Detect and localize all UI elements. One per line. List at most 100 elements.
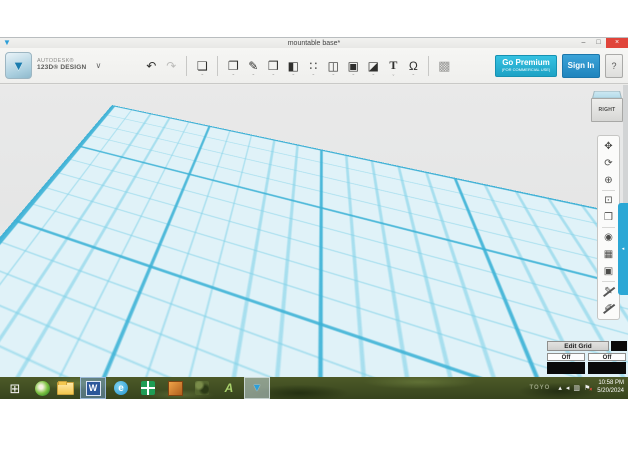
brand-text: AUTODESK® 123D® DESIGN <box>37 59 86 72</box>
go-premium-sublabel: (FOR COMMERCIAL USE) <box>496 68 556 72</box>
help-button[interactable]: ? <box>605 54 623 78</box>
minimize-button[interactable]: – <box>576 38 591 48</box>
toolbar-separator <box>186 56 187 76</box>
toolbar-separator <box>428 56 429 76</box>
transform-menu-button[interactable]: ❏ ˇ <box>192 54 212 78</box>
materials-button[interactable]: ▦ <box>600 246 617 263</box>
model-post-right[interactable] <box>343 180 385 288</box>
zoom-fit-icon: ⊡ <box>604 195 612 206</box>
dropdown-caret-icon: ˇ <box>252 75 254 81</box>
hide-construction-icon: ✐ <box>604 303 612 314</box>
view-cube-front-face[interactable]: RIGHT <box>591 98 623 122</box>
panel-flyout-tab[interactable]: ◂ <box>618 203 628 295</box>
taskbar-app-green-tiles[interactable] <box>136 378 160 398</box>
taskbar-app-file-explorer[interactable] <box>53 378 77 398</box>
snap-left-dropdown[interactable]: Off <box>547 353 585 361</box>
volume-icon[interactable]: ◂ <box>566 384 570 392</box>
pattern-menu-button[interactable]: ∷ ˇ <box>303 54 323 78</box>
visibility-button[interactable]: ◉ <box>600 229 617 246</box>
autocad-icon: A <box>225 383 234 394</box>
snap-left-value-field[interactable] <box>547 362 585 374</box>
app-window: ▼ mountable base* – □ × ▼ AUTODESK® 123D… <box>0 38 628 377</box>
taskbar-app-3d-box[interactable] <box>163 378 187 398</box>
taskbar-app-camo-game[interactable] <box>190 378 214 398</box>
pan-icon: ✥ <box>604 141 612 152</box>
taskbar-app-word[interactable]: W <box>80 377 106 399</box>
edge-icon: e <box>114 381 128 395</box>
window-controls: – □ × <box>576 38 628 48</box>
model-hole-upper[interactable] <box>290 220 336 242</box>
grid-settings-panel: Edit Grid Off Off <box>547 341 628 374</box>
autodesk-123d-logo[interactable]: ▼ <box>5 52 32 79</box>
zoom-icon: ⊕ <box>604 175 612 186</box>
pattern-icon: ∷ <box>310 59 318 73</box>
snap-right-value-field[interactable] <box>588 362 626 374</box>
start-button[interactable]: ⊞ <box>3 378 27 398</box>
orange-cube-icon <box>168 381 183 396</box>
grid-panel-swatch[interactable] <box>611 341 627 351</box>
dropdown-caret-icon: ˇ <box>372 75 374 81</box>
hide-construction-button[interactable]: ✐ <box>600 300 617 317</box>
redo-button[interactable]: ↷ <box>161 54 181 78</box>
dropdown-caret-icon: ˇ <box>232 75 234 81</box>
model-hole-lower[interactable] <box>286 293 340 321</box>
help-label: ? <box>611 61 616 71</box>
zoom-button[interactable]: ⊕ <box>600 172 617 189</box>
ground-grid <box>0 85 441 105</box>
sign-in-button[interactable]: Sign In <box>562 54 600 78</box>
sign-in-label: Sign In <box>568 61 595 70</box>
pan-button[interactable]: ✥ <box>600 138 617 155</box>
camo-app-icon <box>195 381 209 395</box>
view-cube-label: RIGHT <box>598 107 615 113</box>
material-menu-button[interactable]: ◪ ˇ <box>363 54 383 78</box>
view-cube[interactable]: RIGHT <box>590 88 623 125</box>
app-menu-dropdown-icon[interactable]: ∨ <box>95 61 101 70</box>
toolbar-separator <box>217 56 218 76</box>
text-menu-button[interactable]: T ˇ <box>383 54 403 78</box>
parts-library-button[interactable]: ▩ <box>434 54 454 78</box>
material-icon: ◪ <box>368 59 379 73</box>
taskbar-clock[interactable]: 10:58 PM 5/20/2024 <box>597 380 624 396</box>
modify-icon: ◧ <box>288 59 299 73</box>
modify-menu-button[interactable]: ◧ ˇ <box>283 54 303 78</box>
close-button[interactable]: × <box>606 38 628 48</box>
view-box-icon: ❒ <box>604 212 613 223</box>
taskbar-app-autocad[interactable]: A <box>217 378 241 398</box>
taskbar-app-media[interactable] <box>35 381 50 396</box>
action-center-flag-icon[interactable]: ⚑ × <box>584 384 590 392</box>
edit-grid-button[interactable]: Edit Grid <box>547 341 609 351</box>
screenshot-button[interactable]: ▣ <box>600 263 617 280</box>
network-icon[interactable]: ▥ <box>573 384 580 392</box>
show-hidden-icons-button[interactable]: ▴ <box>558 384 562 392</box>
model-3d-mountable-base[interactable] <box>195 141 435 376</box>
model-post-left[interactable] <box>235 182 275 292</box>
taskbar-app-123d-active[interactable]: ▼ <box>244 377 270 399</box>
viewport-canvas[interactable]: RIGHT ✥ ⟳ ⊕ ⊡ ❒ ◉ ▦ ▣ ✎ ✐ ◂ <box>0 85 628 377</box>
undo-button[interactable]: ↶ <box>141 54 161 78</box>
camera-icon: ▣ <box>604 266 613 277</box>
zoom-fit-button[interactable]: ⊡ <box>600 192 617 209</box>
transform-icon: ❏ <box>197 59 208 73</box>
snap-menu-button[interactable]: Ω ˇ <box>403 54 423 78</box>
sketch-icon: ✎ <box>248 59 258 73</box>
clock-time: 10:58 PM <box>597 380 624 388</box>
sketch-menu-button[interactable]: ✎ ˇ <box>243 54 263 78</box>
orbit-button[interactable]: ⟳ <box>600 155 617 172</box>
view-box-button[interactable]: ❒ <box>600 209 617 226</box>
construct-menu-button[interactable]: ❒ ˇ <box>263 54 283 78</box>
hide-sketches-button[interactable]: ✎ <box>600 283 617 300</box>
grouping-menu-button[interactable]: ◫ ˇ <box>323 54 343 78</box>
dropdown-caret-icon: ˇ <box>201 75 203 81</box>
combine-menu-button[interactable]: ▣ ˇ <box>343 54 363 78</box>
maximize-button[interactable]: □ <box>591 38 606 48</box>
nav-separator <box>602 190 615 191</box>
snap-right-dropdown[interactable]: Off <box>588 353 626 361</box>
clock-date: 5/20/2024 <box>597 388 624 396</box>
primitives-menu-button[interactable]: ❐ ˇ <box>223 54 243 78</box>
dropdown-caret-icon: ˇ <box>352 75 354 81</box>
taskbar-app-edge[interactable]: e <box>109 378 133 398</box>
view-navigation-bar: ✥ ⟳ ⊕ ⊡ ❒ ◉ ▦ ▣ ✎ ✐ <box>597 135 620 320</box>
taskbar-apps: ⊞ W e A ▼ <box>0 377 270 399</box>
construct-icon: ❒ <box>268 59 279 73</box>
go-premium-button[interactable]: Go Premium (FOR COMMERCIAL USE) <box>495 55 557 77</box>
